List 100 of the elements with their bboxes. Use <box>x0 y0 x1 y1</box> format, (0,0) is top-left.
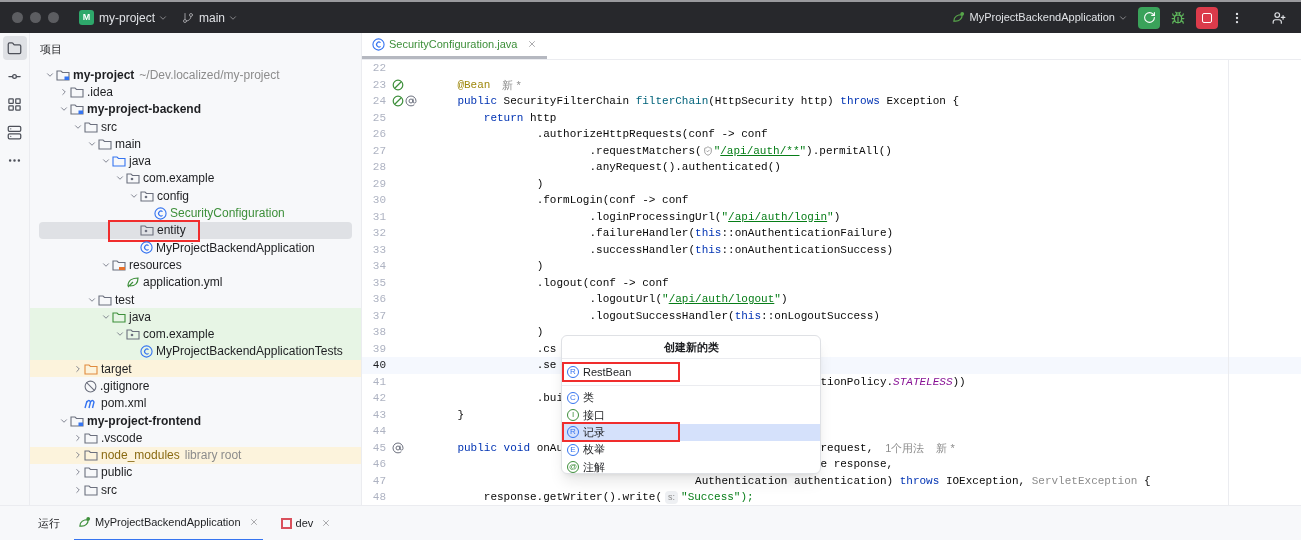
popup-item[interactable]: R RestBean <box>562 363 820 381</box>
tree-item[interactable]: resources <box>30 256 361 274</box>
tree-item[interactable]: com.example <box>30 325 361 343</box>
code-line: .logout(conf -> conf <box>536 275 669 291</box>
tree-item[interactable]: config <box>30 187 361 205</box>
at-icon[interactable] <box>392 441 404 454</box>
tree-item[interactable]: java <box>30 308 361 326</box>
tree-item[interactable]: my-project ~/Dev.localized/my-project <box>30 66 361 84</box>
run-tab[interactable]: MyProjectBackendApplication <box>74 505 263 540</box>
popup-item[interactable]: @ 注解 <box>562 458 820 476</box>
chevron-right-icon[interactable] <box>73 363 83 374</box>
tree-item[interactable]: target <box>30 360 361 378</box>
tree-item-label: src <box>101 118 117 136</box>
chevron-right-icon[interactable] <box>73 467 83 478</box>
code-line: response.getWriter().write( s: "Success"); <box>483 489 754 506</box>
debug-icon[interactable] <box>1171 10 1185 25</box>
tree-item[interactable]: src <box>30 117 361 136</box>
tree-item[interactable]: test <box>30 290 361 309</box>
close-icon[interactable] <box>248 517 259 527</box>
tree-item[interactable]: public <box>30 463 361 482</box>
tree-item[interactable]: node_modules library root <box>30 446 361 464</box>
code-line: ) <box>536 259 544 274</box>
code-line: .logoutSuccessHandler(this::onLogoutSuccess) <box>589 308 880 324</box>
line-number: 42 <box>371 391 386 406</box>
line-number: 28 <box>371 160 386 175</box>
app-class-icon <box>140 241 153 255</box>
tree-item[interactable]: pom.xml <box>30 394 361 412</box>
close-window-icon[interactable] <box>12 12 23 23</box>
structure-icon[interactable] <box>7 96 22 112</box>
chevron-right-icon[interactable] <box>73 450 83 461</box>
tool-window-button[interactable] <box>2 36 27 60</box>
tree-item[interactable]: MyProjectBackendApplication <box>30 238 361 257</box>
line-number: 36 <box>371 292 386 307</box>
run-tab-label: MyProjectBackendApplication <box>95 514 241 530</box>
chevron-right-icon[interactable] <box>59 86 69 97</box>
line-number: 39 <box>371 341 386 357</box>
tree-item-label: src <box>101 481 117 499</box>
bean-icon[interactable] <box>392 78 404 91</box>
shield-icon <box>702 145 713 156</box>
tree-item[interactable]: com.example <box>30 169 361 188</box>
popup-item[interactable]: R 记录 <box>562 423 820 441</box>
code-line: ) <box>536 325 544 340</box>
folder-icon[interactable] <box>7 40 22 56</box>
popup-item[interactable]: I 接口 <box>562 406 820 424</box>
code-line: request, 1个用法 新 * <box>820 439 955 456</box>
code-line: .bui <box>536 391 564 406</box>
project-menu[interactable]: my-project <box>99 8 168 27</box>
close-icon[interactable] <box>527 39 538 49</box>
code-line: .formLogin(conf -> conf <box>536 193 689 208</box>
services-icon[interactable] <box>7 124 22 140</box>
popup-item[interactable]: E 枚举 <box>562 440 820 459</box>
tree-item-label: test <box>115 291 135 309</box>
tree-item-note: ~/Dev.localized/my-project <box>139 66 280 84</box>
popup-item-label: 接口 <box>583 407 605 423</box>
tree-item[interactable]: my-project-backend <box>30 100 361 118</box>
chevron-right-icon[interactable] <box>73 432 83 443</box>
tree-item-label: resources <box>129 256 182 274</box>
folder-icon <box>84 120 98 133</box>
tree-item[interactable]: .gitignore <box>30 377 361 395</box>
minimize-window-icon[interactable] <box>30 12 41 23</box>
tree-item[interactable]: entity <box>39 221 352 239</box>
folder-icon <box>112 310 126 323</box>
module-icon <box>70 103 84 116</box>
line-number: 26 <box>371 127 386 142</box>
tree-item[interactable]: main <box>30 135 361 153</box>
code-line: public SecurityFilterChain filterChain(HttpSecurity http) throws Exception { <box>457 94 960 109</box>
popup-item[interactable]: C 类 <box>562 389 820 407</box>
code-line: .successHandler(this::onAuthenticationSuccess) <box>589 242 894 258</box>
tree-item[interactable]: src <box>30 481 361 499</box>
tree-item[interactable]: my-project-frontend <box>30 411 361 430</box>
package-icon <box>126 328 140 341</box>
tree-item-label: com.example <box>143 326 215 344</box>
stop-button[interactable] <box>1196 6 1218 29</box>
package-icon <box>140 224 154 237</box>
editor-tab[interactable]: SecurityConfiguration.java <box>362 32 548 59</box>
tree-item[interactable]: .vscode <box>30 429 361 447</box>
tree-item[interactable]: .idea <box>30 83 361 101</box>
line-number: 35 <box>371 275 386 291</box>
line-number: 41 <box>371 374 386 390</box>
inlay-hint: 新 * <box>936 440 955 456</box>
npm-icon <box>280 517 292 529</box>
close-icon[interactable] <box>321 518 332 528</box>
tree-item[interactable]: SecurityConfiguration <box>30 204 361 222</box>
chevron-right-icon[interactable] <box>73 484 83 495</box>
bean-icon[interactable] <box>392 95 404 108</box>
run-tab[interactable]: dev <box>276 505 336 540</box>
zoom-window-icon[interactable] <box>48 12 59 23</box>
tab-label: SecurityConfiguration.java <box>389 36 518 52</box>
add-user-icon[interactable] <box>1272 10 1286 25</box>
run-config-menu[interactable]: MyProjectBackendApplication <box>969 9 1128 26</box>
panel-title: 运行 <box>38 515 60 531</box>
at-icon[interactable] <box>405 95 417 108</box>
rerun-button[interactable] <box>1138 6 1160 29</box>
code-line: .authorizeHttpRequests(conf -> conf <box>536 127 768 142</box>
tree-item-label: application.yml <box>143 274 223 292</box>
branch-menu[interactable]: main <box>199 8 239 27</box>
popup-item-label: 类 <box>583 390 594 406</box>
folder-icon <box>84 431 98 444</box>
tree-item[interactable]: java <box>30 152 361 170</box>
tree-item[interactable]: application.yml <box>30 273 361 291</box>
